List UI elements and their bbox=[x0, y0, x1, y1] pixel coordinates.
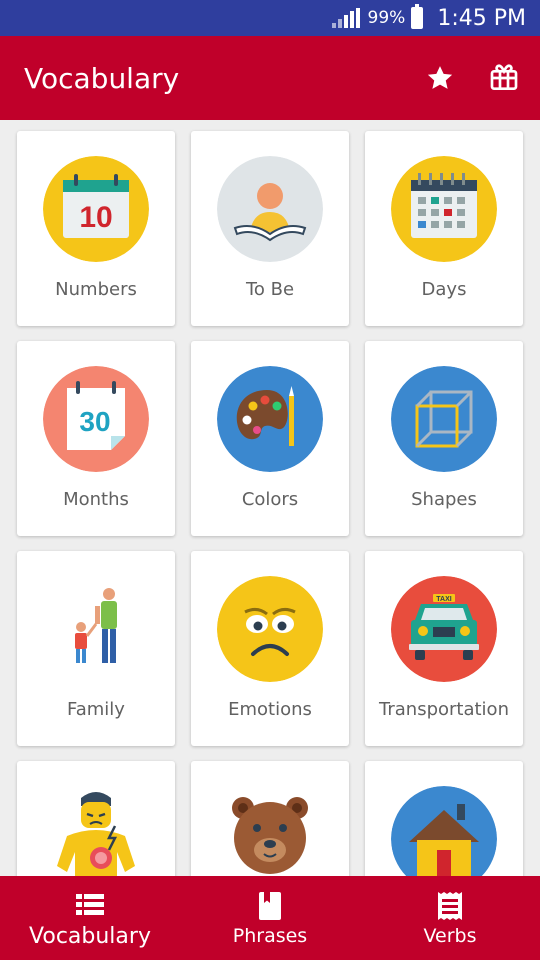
calendar-number: 30 bbox=[79, 406, 110, 437]
cube-icon bbox=[391, 366, 497, 472]
category-label: Emotions bbox=[228, 699, 312, 720]
category-card-animals[interactable] bbox=[191, 761, 349, 876]
worried-face-icon bbox=[217, 576, 323, 682]
favorites-button[interactable] bbox=[412, 50, 468, 106]
nav-label: Phrases bbox=[232, 925, 308, 947]
category-label: Months bbox=[63, 489, 129, 510]
category-card-transportation[interactable]: TAXI Transportation bbox=[365, 551, 523, 746]
category-card-shapes[interactable]: Shapes bbox=[365, 341, 523, 536]
category-card-body[interactable] bbox=[17, 761, 175, 876]
category-label: Colors bbox=[241, 489, 299, 510]
category-card-months[interactable]: 30 Months bbox=[17, 341, 175, 536]
signal-icon bbox=[331, 8, 360, 28]
category-label: Transportation bbox=[379, 699, 509, 720]
bottom-navigation: Vocabulary Phrases Verbs bbox=[0, 876, 540, 960]
category-card-to-be[interactable]: To Be bbox=[191, 131, 349, 326]
calendar-number: 10 bbox=[79, 201, 112, 234]
bear-icon bbox=[217, 786, 323, 876]
page-title: Vocabulary bbox=[24, 61, 180, 95]
taxi-icon: TAXI bbox=[391, 576, 497, 682]
palette-icon bbox=[217, 366, 323, 472]
star-icon bbox=[427, 66, 453, 89]
category-card-numbers[interactable]: 10 Numbers bbox=[17, 131, 175, 326]
nav-label: Vocabulary bbox=[29, 923, 151, 949]
gift-button[interactable] bbox=[476, 50, 532, 106]
app-bar: Vocabulary bbox=[0, 36, 540, 120]
calendar-page-icon: 30 bbox=[43, 366, 149, 472]
book-icon bbox=[259, 892, 281, 920]
person-reading-icon bbox=[217, 156, 323, 262]
list-icon bbox=[76, 893, 104, 915]
house-icon bbox=[391, 786, 497, 876]
category-card-colors[interactable]: Colors bbox=[191, 341, 349, 536]
receipt-icon bbox=[438, 892, 462, 920]
nav-tab-verbs[interactable]: Verbs bbox=[360, 876, 540, 960]
category-card-days[interactable]: Days bbox=[365, 131, 523, 326]
calendar-number-icon: 10 bbox=[43, 156, 149, 262]
taxi-sign: TAXI bbox=[436, 596, 451, 603]
family-icon bbox=[43, 576, 149, 682]
category-label: Family bbox=[67, 699, 125, 720]
category-grid: 10 Numbers To Be Days 30 Months Colors S… bbox=[0, 120, 540, 876]
battery-icon bbox=[411, 4, 424, 29]
category-label: Days bbox=[421, 279, 467, 300]
category-label: To Be bbox=[245, 279, 295, 300]
category-label: Shapes bbox=[411, 489, 477, 510]
category-card-family[interactable]: Family bbox=[17, 551, 175, 746]
category-label: Numbers bbox=[55, 279, 137, 300]
battery-percentage: 99% bbox=[367, 8, 406, 28]
category-card-emotions[interactable]: Emotions bbox=[191, 551, 349, 746]
nav-tab-phrases[interactable]: Phrases bbox=[180, 876, 360, 960]
gift-icon bbox=[490, 64, 518, 90]
status-bar: 99% 1:45 PM bbox=[0, 0, 540, 36]
nav-tab-vocabulary[interactable]: Vocabulary bbox=[0, 876, 180, 960]
nav-label: Verbs bbox=[423, 925, 477, 947]
body-pain-icon bbox=[43, 786, 149, 876]
category-card-house[interactable] bbox=[365, 761, 523, 876]
calendar-grid-icon bbox=[391, 156, 497, 262]
clock: 1:45 PM bbox=[437, 5, 526, 31]
